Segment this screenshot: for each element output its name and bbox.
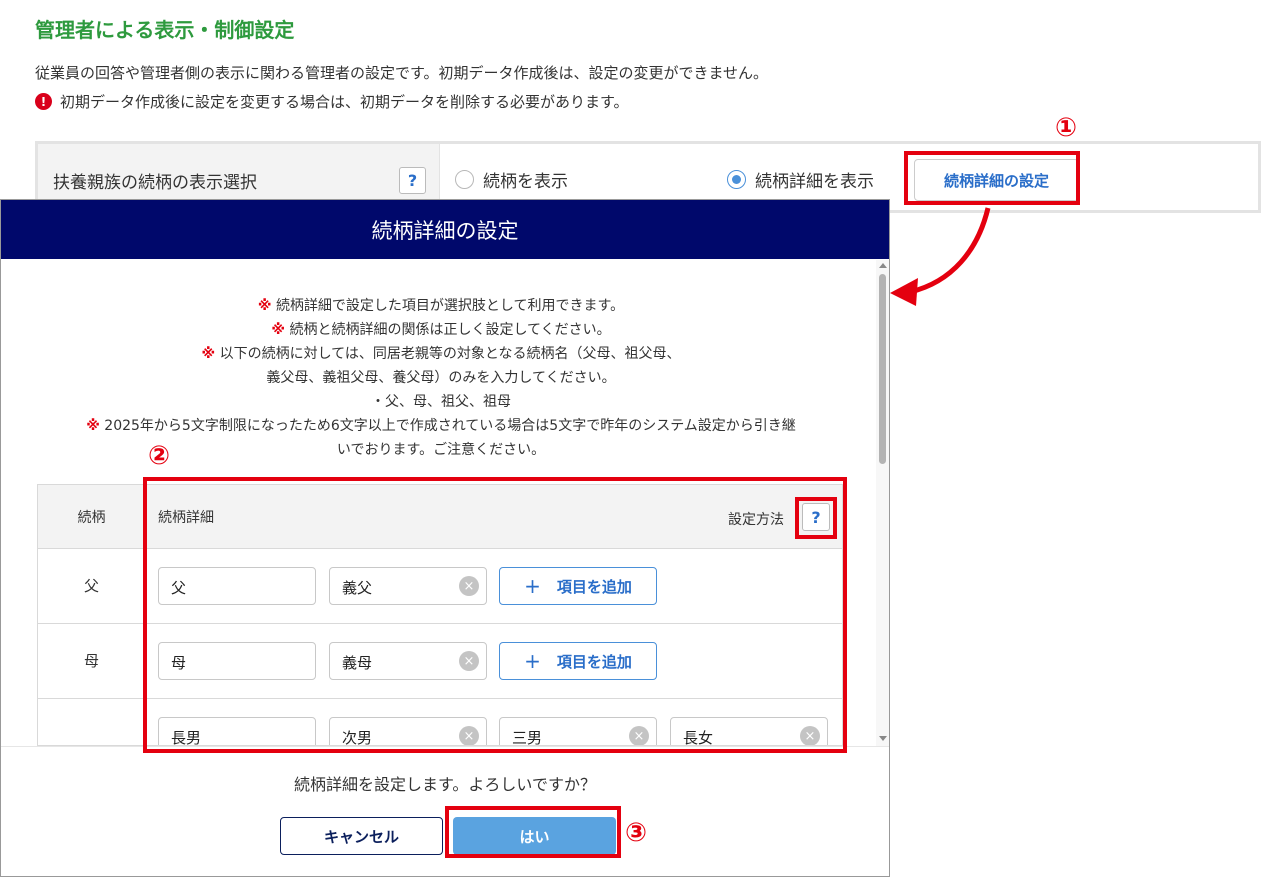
modal-notes: ※ 続柄詳細で設定した項目が選択肢として利用できます。 ※ 続柄と続柄詳細の関係…	[31, 294, 851, 462]
radio-checked-icon[interactable]	[727, 170, 746, 189]
note-line: ※ 続柄詳細で設定した項目が選択肢として利用できます。	[257, 298, 625, 314]
warning-text: 初期データ作成後に設定を変更する場合は、初期データを削除する必要があります。	[60, 93, 629, 111]
note-line: ※ 続柄と続柄詳細の関係は正しく設定してください。	[271, 322, 611, 338]
annotation-marker-1: ①	[1055, 113, 1078, 143]
confirm-message: 続柄詳細を設定します。よろしいですか？	[294, 775, 596, 794]
annotation-box-1	[904, 151, 1080, 205]
modal-title: 続柄詳細の設定	[1, 200, 889, 259]
annotation-box-help	[795, 497, 837, 539]
warning-message: ! 初期データ作成後に設定を変更する場合は、初期データを削除する必要があります。	[35, 91, 629, 112]
annotation-marker-2: ②	[148, 441, 171, 471]
annotation-box-3	[445, 806, 621, 858]
row-relationship-label: 母	[83, 652, 99, 670]
setting-label: 扶養親族の続柄の表示選択	[53, 173, 257, 193]
row-relationship-label: 父	[83, 577, 99, 595]
note-line: 義父母、義祖父母、養父母）のみを入力してください。	[266, 370, 616, 386]
column-header-relationship: 続柄	[77, 510, 106, 526]
radio-show-relationship[interactable]: 続柄を表示	[455, 167, 568, 192]
annotation-box-2	[143, 477, 847, 753]
page-title: 管理者による表示・制御設定	[35, 18, 295, 42]
scroll-thumb[interactable]	[879, 274, 886, 464]
scroll-down-icon[interactable]	[879, 736, 887, 741]
note-line: ・父、母、祖父、祖母	[371, 394, 511, 410]
scroll-up-icon[interactable]	[879, 263, 887, 268]
radio-unchecked-icon[interactable]	[455, 170, 474, 189]
curved-arrow-icon	[890, 207, 991, 306]
radio-label-detail: 続柄詳細を表示	[755, 172, 874, 192]
modal-scrollbar[interactable]	[876, 260, 889, 746]
radio-show-detail[interactable]: 続柄詳細を表示	[727, 167, 874, 192]
annotation-marker-3: ③	[625, 818, 648, 848]
exclamation-icon: !	[35, 93, 52, 110]
cancel-button[interactable]: キャンセル	[280, 817, 443, 855]
note-line: ※ 2025年から5文字制限になったため6文字以上で作成されている場合は5文字で…	[86, 418, 796, 434]
note-line: ※ 以下の続柄に対しては、同居老親等の対象となる続柄名（父母、祖父母、	[201, 346, 681, 362]
help-icon[interactable]: ?	[399, 167, 426, 194]
page-description: 従業員の回答や管理者側の表示に関わる管理者の設定です。初期データ作成後は、設定の…	[35, 64, 769, 82]
radio-label-relationship: 続柄を表示	[483, 172, 568, 192]
